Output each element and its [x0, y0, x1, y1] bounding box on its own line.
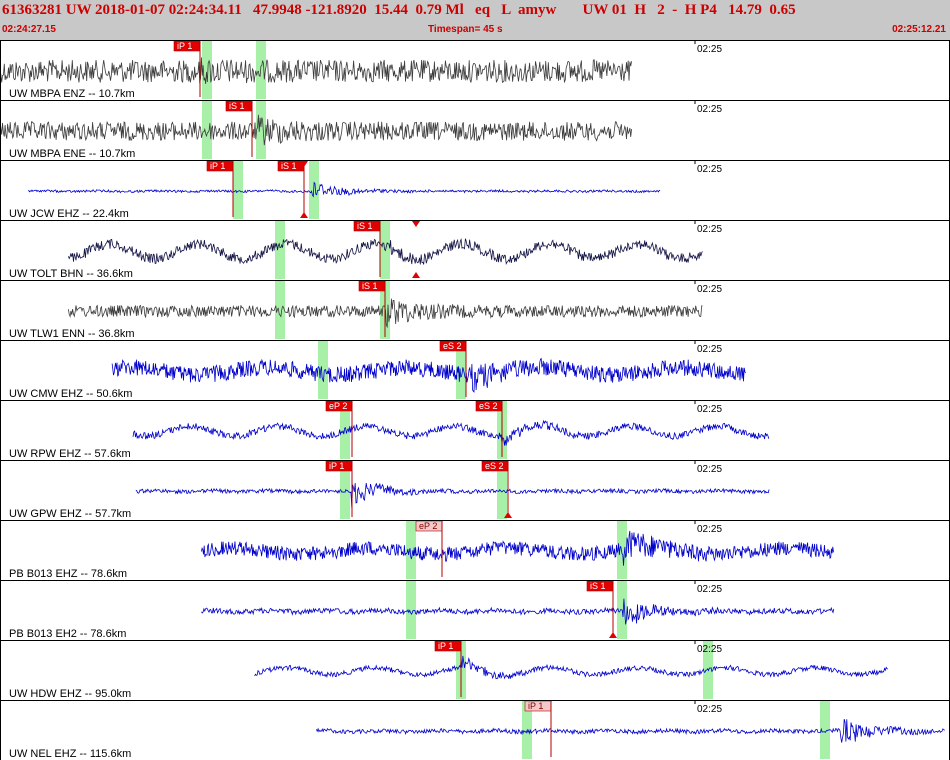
channel-label: UW MBPA ENE -- 10.7km — [9, 148, 135, 160]
pick-window — [275, 221, 285, 279]
pick-window — [256, 101, 266, 159]
channel-label: UW GPW EHZ -- 57.7km — [9, 508, 131, 520]
panel-border — [0, 340, 950, 401]
seismic-trace — [135, 483, 770, 508]
pick-label: eS 2 — [479, 401, 498, 411]
arrival-marker-icon — [609, 632, 617, 638]
arrival-marker-icon — [412, 272, 420, 278]
channel-panel[interactable]: iP 1 02:25 UW MBPA ENZ -- 10.7km — [0, 40, 950, 101]
channel-panel[interactable]: iS 1 02:25 UW MBPA ENE -- 10.7km — [0, 100, 950, 161]
seismic-trace — [201, 530, 834, 566]
seismic-trace — [254, 655, 889, 680]
end-time: 02:25:12.21 — [892, 24, 946, 35]
seismic-trace — [0, 114, 632, 146]
pick-label: iS 1 — [281, 161, 297, 171]
channel-panel[interactable]: iS 1 02:25 UW TLW1 ENN -- 36.8km — [0, 280, 950, 341]
pick-label: eS 2 — [443, 341, 462, 351]
seismic-trace — [201, 598, 835, 625]
channel-panel[interactable]: iP 1 02:25 UW NEL EHZ -- 115.6km — [0, 700, 950, 760]
channel-panel[interactable]: eP 2 eS 2 02:25 UW RPW EHZ -- 57.6km — [0, 400, 950, 461]
waveform-panels[interactable]: iP 1 02:25 UW MBPA ENZ -- 10.7km iS 1 02:25 U… — [0, 40, 950, 760]
channel-panel[interactable]: iP 1 02:25 UW HDW EHZ -- 95.0km — [0, 640, 950, 701]
time-tick-label: 02:25 — [697, 404, 722, 415]
channel-label: UW TOLT BHN -- 36.6km — [9, 268, 133, 280]
channel-label: PB B013 EHZ -- 78.6km — [9, 568, 127, 580]
pick-label: eP 2 — [419, 521, 437, 531]
pick-label: iP 1 — [528, 701, 543, 711]
time-tick-label: 02:25 — [697, 164, 722, 175]
channel-label: UW CMW EHZ -- 50.6km — [9, 388, 132, 400]
seismic-trace — [132, 419, 770, 446]
channel-panel[interactable]: iS 1 02:25 UW TOLT BHN -- 36.6km — [0, 220, 950, 281]
time-tick-label: 02:25 — [697, 644, 722, 655]
panel-border — [0, 520, 950, 581]
channel-panel[interactable]: iS 1 02:25 PB B013 EH2 -- 78.6km — [0, 580, 950, 641]
channel-panel[interactable]: eP 2 02:25 PB B013 EHZ -- 78.6km — [0, 520, 950, 581]
time-tick-label: 02:25 — [697, 584, 722, 595]
channel-panel[interactable]: eS 2 02:25 UW CMW EHZ -- 50.6km — [0, 340, 950, 401]
time-tick-label: 02:25 — [697, 44, 722, 55]
event-header: 61363281 UW 2018-01-07 02:24:34.11 47.99… — [0, 0, 950, 40]
pick-label: iP 1 — [438, 641, 453, 651]
time-tick-label: 02:25 — [697, 344, 722, 355]
channel-label: UW MBPA ENZ -- 10.7km — [9, 88, 135, 100]
pick-label: iP 1 — [210, 161, 225, 171]
channel-label: UW RPW EHZ -- 57.6km — [9, 448, 131, 460]
time-tick-label: 02:25 — [697, 104, 722, 115]
timespan-label: Timespan= 45 s — [428, 24, 503, 35]
time-tick-label: 02:25 — [697, 224, 722, 235]
channel-panel[interactable]: iP 1 iS 1 02:25 UW JCW EHZ -- 22.4km — [0, 160, 950, 221]
pick-label: iS 1 — [590, 581, 606, 591]
channel-panel[interactable]: iP 1 eS 2 02:25 UW GPW EHZ -- 57.7km — [0, 460, 950, 521]
time-tick-label: 02:25 — [697, 464, 722, 475]
pick-label: iP 1 — [329, 461, 344, 471]
arrival-marker-icon — [300, 212, 308, 218]
arrival-marker-icon — [412, 221, 420, 227]
time-tick-label: 02:25 — [697, 704, 722, 715]
pick-label: iS 1 — [229, 101, 245, 111]
pick-label: iS 1 — [362, 281, 378, 291]
seismic-trace — [28, 181, 661, 198]
time-tick-label: 02:25 — [697, 284, 722, 295]
seismic-trace — [111, 357, 746, 393]
panel-border — [0, 220, 950, 281]
channel-label: UW JCW EHZ -- 22.4km — [9, 208, 129, 220]
channel-label: PB B013 EH2 -- 78.6km — [9, 628, 126, 640]
start-time: 02:24:27.15 — [2, 24, 56, 35]
pick-label: iS 1 — [357, 221, 373, 231]
pick-label: iP 1 — [177, 41, 192, 51]
seismic-trace — [0, 57, 632, 84]
pick-label: eS 2 — [485, 461, 504, 471]
channel-label: UW NEL EHZ -- 115.6km — [9, 748, 131, 760]
time-tick-label: 02:25 — [697, 524, 722, 535]
channel-label: UW HDW EHZ -- 95.0km — [9, 688, 131, 700]
pick-label: eP 2 — [329, 401, 347, 411]
event-summary: 61363281 UW 2018-01-07 02:24:34.11 47.99… — [2, 2, 796, 18]
pick-window — [233, 161, 243, 219]
channel-label: UW TLW1 ENN -- 36.8km — [9, 328, 135, 340]
seismic-trace — [316, 718, 945, 743]
